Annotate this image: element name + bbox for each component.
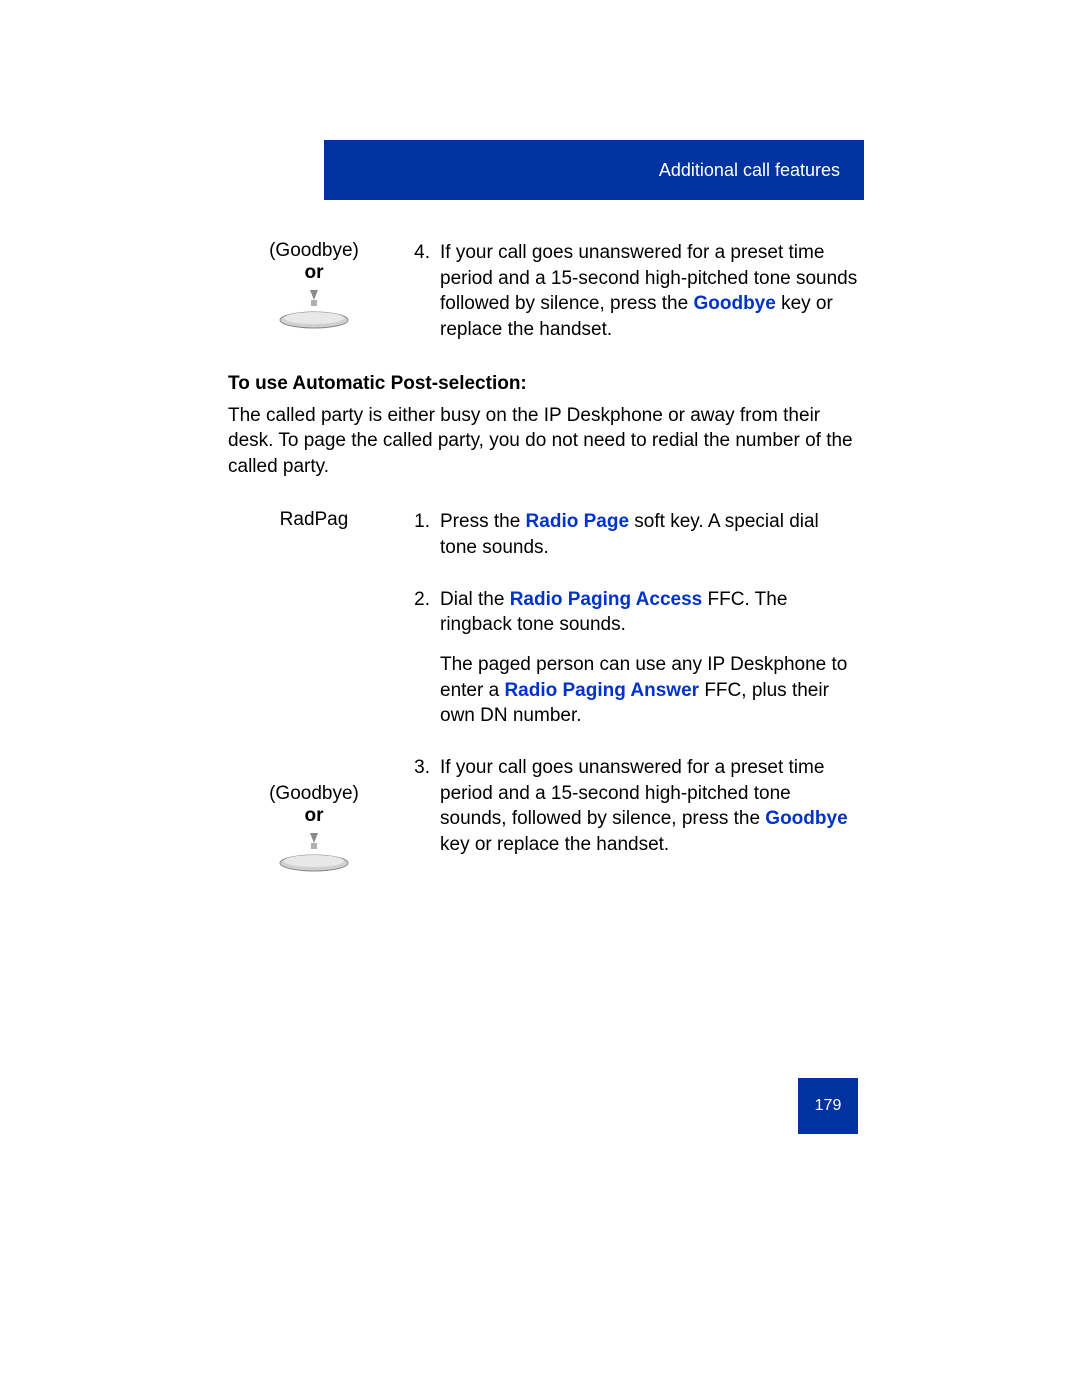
header-bar: Additional call features [324,140,864,200]
goodbye-label: (Goodbye) [228,240,400,262]
text-part: Dial the [440,589,510,610]
step-body: If your call goes unanswered for a prese… [440,240,860,343]
page-content: (Goodbye) or 4. If your call goes unansw… [228,240,860,893]
radio-paging-answer-term: Radio Paging Answer [504,680,699,701]
section-heading: To use Automatic Post-selection: [228,373,860,395]
step-number: 2. [400,587,440,729]
or-label: or [228,262,400,284]
step-2-para-2: The paged person can use any IP Deskphon… [440,652,860,729]
step-1-text: 1. Press the Radio Page soft key. A spec… [400,509,860,560]
step-1-left: RadPag [228,509,400,531]
step-body: If your call goes unanswered for a prese… [440,755,860,858]
step-3-text: 3. If your call goes unanswered for a pr… [400,755,860,858]
step-4-left: (Goodbye) or [228,240,400,330]
handset-icon [274,833,354,873]
step-4-row: (Goodbye) or 4. If your call goes unansw… [228,240,860,343]
step-3-left: (Goodbye) or [228,755,400,873]
step-number: 4. [400,240,440,343]
step-number: 1. [400,509,440,560]
goodbye-label: (Goodbye) [228,783,400,805]
section-intro: The called party is either busy on the I… [228,403,860,480]
goodbye-key-term: Goodbye [765,808,847,829]
or-label: or [228,805,400,827]
step-1-row: RadPag 1. Press the Radio Page soft key.… [228,509,860,560]
handset-icon [274,290,354,330]
step-4-text: 4. If your call goes unanswered for a pr… [400,240,860,343]
page-number: 179 [815,1097,842,1115]
step-2-para-1: Dial the Radio Paging Access FFC. The ri… [440,587,860,638]
step-body: Dial the Radio Paging Access FFC. The ri… [440,587,860,729]
step-2-row: 2. Dial the Radio Paging Access FFC. The… [228,587,860,729]
step-2-text: 2. Dial the Radio Paging Access FFC. The… [400,587,860,729]
radio-page-term: Radio Page [526,511,629,532]
page-number-box: 179 [798,1078,858,1134]
goodbye-key-term: Goodbye [693,293,775,314]
step-body: Press the Radio Page soft key. A special… [440,509,860,560]
step-number: 3. [400,755,440,858]
radio-paging-access-term: Radio Paging Access [510,589,703,610]
step-3-row: (Goodbye) or 3. If your call goes unansw… [228,755,860,873]
text-part: Press the [440,511,526,532]
header-title: Additional call features [659,160,840,181]
text-part: key or replace the handset. [440,834,669,855]
